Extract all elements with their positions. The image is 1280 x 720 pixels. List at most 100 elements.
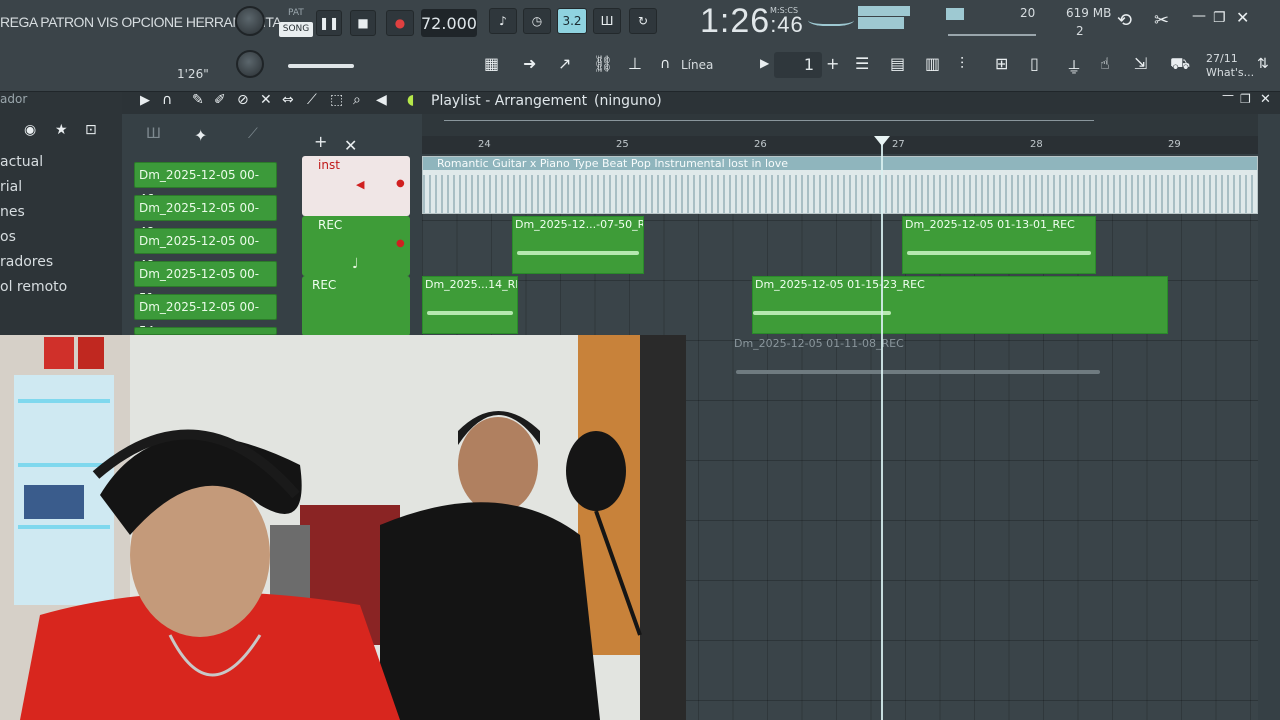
slip-icon[interactable]: ⇔: [282, 92, 294, 108]
export-icon[interactable]: ⇲: [1134, 54, 1147, 73]
pattern-item[interactable]: Dm_2025-12-05 00-51-...: [134, 261, 277, 305]
audio-clip[interactable]: Dm_2025-12...-07-50_REC: [512, 216, 644, 274]
browser-item[interactable]: nes: [0, 204, 25, 220]
clip-waveform: [427, 311, 513, 315]
master-slider[interactable]: [288, 64, 354, 68]
arrow-right-icon[interactable]: ➜: [523, 54, 536, 73]
stamp-icon[interactable]: ⊥: [628, 54, 642, 73]
pattern-item[interactable]: Dm_2025-12-05 00-46-...: [134, 162, 277, 206]
pattern-selector[interactable]: 1: [774, 52, 822, 78]
slice-icon[interactable]: ⟋: [307, 92, 317, 108]
track-header-inst[interactable]: inst ◀ ●: [302, 156, 410, 216]
star-icon[interactable]: ★: [55, 122, 68, 138]
minimize-icon[interactable]: —: [1222, 88, 1234, 102]
snap-selector[interactable]: Línea: [681, 58, 713, 72]
song-mode-button[interactable]: SONG: [279, 22, 313, 37]
audio-clip[interactable]: Dm_2025-12-05 01-15-23_REC: [752, 276, 1168, 334]
browser-item[interactable]: os: [0, 229, 16, 245]
mute-icon[interactable]: ✕: [260, 92, 272, 108]
muted-clip[interactable]: Dm_2025-12-05 01-11-08_REC: [732, 336, 1104, 394]
record-icon[interactable]: ●: [396, 238, 405, 249]
piano-roll-icon[interactable]: ▤: [890, 54, 905, 73]
touch-icon[interactable]: ☝: [1100, 54, 1110, 73]
wave-icon[interactable]: ✦: [194, 126, 207, 145]
minimize-icon[interactable]: —: [1192, 8, 1206, 24]
link-icon[interactable]: ⛓: [593, 54, 613, 73]
pattern-number: 1: [803, 55, 814, 74]
loop-record-button[interactable]: ↻: [629, 8, 657, 34]
mixer-icon[interactable]: ⫶: [960, 54, 964, 74]
magnet-icon[interactable]: ∩: [660, 56, 670, 72]
tempo-display[interactable]: 72.000: [421, 9, 477, 37]
maximize-icon[interactable]: ❐: [1240, 92, 1251, 106]
pattern-item[interactable]: Dm_2025-12-05 00-54-...: [134, 294, 277, 338]
add-pattern-icon[interactable]: +: [826, 54, 839, 73]
maximize-icon[interactable]: ❐: [1213, 10, 1226, 26]
browser-item[interactable]: actual: [0, 154, 43, 170]
keyboard-icon[interactable]: Ш: [146, 126, 161, 142]
cpu-meter: [946, 8, 964, 20]
channel-rack-icon[interactable]: ▥: [925, 54, 940, 73]
clip-label: Dm_2025-12-05 01-15-23_REC: [755, 278, 925, 291]
news-text[interactable]: What's...: [1206, 66, 1254, 79]
audio-clip[interactable]: Romantic Guitar x Piano Type Beat Pop In…: [422, 156, 1258, 214]
brush-icon[interactable]: ✐: [214, 92, 226, 108]
stop-button[interactable]: ■: [350, 10, 376, 36]
step-edit-button[interactable]: Ш: [593, 8, 621, 34]
keyboard-icon: Ш: [600, 14, 614, 28]
globe-icon[interactable]: ◉: [24, 122, 36, 138]
pat-label[interactable]: PAT: [288, 8, 304, 18]
pattern-item[interactable]: Dm_2025-12-05 00-48-...: [134, 195, 277, 239]
track-header-rec-1[interactable]: REC ♩ ●: [302, 216, 410, 276]
picker-toolbar: Ш ✦ ⟋ + ✕: [122, 122, 422, 155]
speaker-icon[interactable]: ◀: [356, 178, 364, 191]
zoom-icon[interactable]: ⌕: [353, 92, 361, 108]
track-name: REC: [312, 278, 337, 292]
pattern-item[interactable]: [134, 327, 277, 335]
clip-waveform: [736, 370, 1100, 374]
record-button[interactable]: ●: [386, 10, 414, 36]
close-icon[interactable]: ✕: [1260, 92, 1271, 107]
magnet-icon[interactable]: ∩: [162, 92, 172, 108]
delete-icon[interactable]: ⊘: [237, 92, 249, 108]
metronome-button[interactable]: ♪: [489, 8, 517, 34]
cart-icon[interactable]: ⛟: [1170, 54, 1190, 75]
master-pitch-knob[interactable]: [236, 50, 264, 78]
remove-track-icon[interactable]: ✕: [344, 136, 357, 155]
pattern-item[interactable]: Dm_2025-12-05 00-48-...: [134, 228, 277, 272]
audio-clip[interactable]: Dm_2025...14_REC: [422, 276, 518, 334]
audio-clip[interactable]: Dm_2025-12-05 01-13-01_REC: [902, 216, 1096, 274]
play-pattern-icon[interactable]: ▶: [760, 56, 769, 70]
countdown-button[interactable]: 3.2: [557, 8, 587, 34]
speaker-icon[interactable]: ◀: [376, 92, 387, 108]
add-track-icon[interactable]: +: [314, 132, 327, 151]
arrows-icon[interactable]: ⇅: [1257, 56, 1269, 72]
browser-icon[interactable]: ⊞: [995, 54, 1008, 73]
pencil-icon[interactable]: ✎: [192, 92, 204, 108]
piano-keys-icon[interactable]: ▦: [484, 54, 499, 73]
scissors-icon[interactable]: ✂: [1154, 10, 1169, 31]
play-icon[interactable]: ▶: [140, 93, 150, 108]
browser-item[interactable]: ol remoto: [0, 279, 67, 295]
overview-strip[interactable]: [422, 114, 1258, 136]
record-icon[interactable]: ●: [396, 178, 405, 189]
close-icon[interactable]: ✕: [1236, 8, 1249, 27]
file-icon[interactable]: ▯: [1030, 54, 1039, 73]
track-header-rec-2[interactable]: REC: [302, 276, 410, 336]
automation-icon[interactable]: ⟋: [248, 126, 258, 142]
wait-input-button[interactable]: ◷: [523, 8, 551, 34]
browser-item[interactable]: rial: [0, 179, 22, 195]
playhead[interactable]: [881, 136, 883, 720]
pause-button[interactable]: ❚❚: [316, 10, 342, 36]
timeline-ruler[interactable]: 24 25 26 27 28 29: [422, 136, 1258, 154]
browser-item[interactable]: radores: [0, 254, 53, 270]
master-volume-knob[interactable]: [235, 6, 265, 36]
folder-icon[interactable]: ⊡: [85, 122, 97, 138]
undo-icon[interactable]: ⟲: [1117, 10, 1132, 31]
playhead-marker-icon[interactable]: [874, 136, 890, 146]
slide-icon[interactable]: ↗: [558, 54, 571, 73]
mic-icon[interactable]: ♩: [352, 256, 359, 272]
playlist-icon[interactable]: ☰: [855, 54, 869, 73]
select-icon[interactable]: ⬚: [330, 92, 343, 108]
plugin-icon[interactable]: ⏚: [1066, 54, 1082, 78]
